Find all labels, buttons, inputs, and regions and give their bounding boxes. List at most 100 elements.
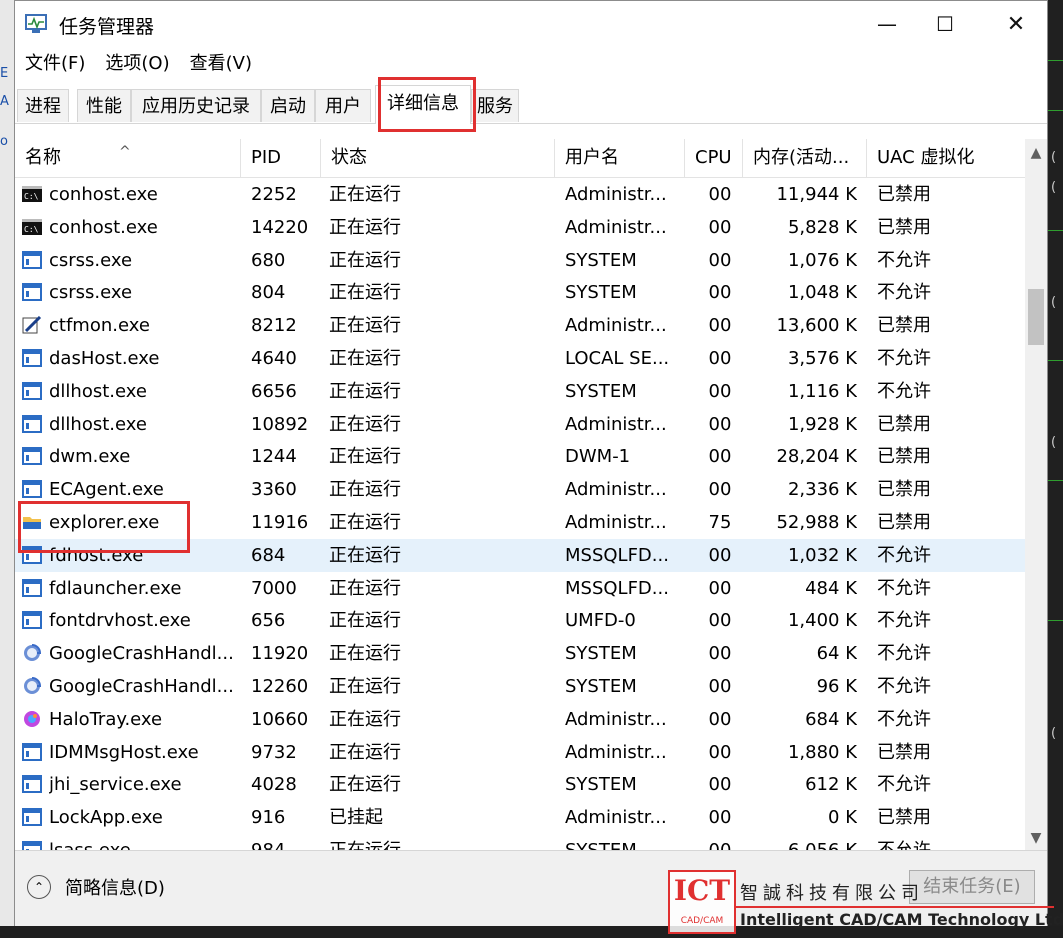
tab-performance[interactable]: 性能 bbox=[77, 89, 131, 122]
app-window-icon bbox=[22, 841, 42, 850]
cell-cpu: 00 bbox=[708, 807, 732, 829]
tab-processes[interactable]: 进程 bbox=[17, 89, 69, 122]
cell-name: lsass.exe bbox=[49, 834, 249, 850]
cell-name: csrss.exe bbox=[49, 282, 133, 304]
cell-memory: 0 K bbox=[828, 807, 857, 829]
cell-memory: 11,944 K bbox=[776, 184, 857, 205]
table-row[interactable]: HaloTray.exe 10660 正在运行 Administr... 00 684 K… bbox=[15, 703, 1025, 736]
close-button[interactable]: ✕ bbox=[987, 1, 1045, 47]
chevron-up-icon: ⌃ bbox=[27, 875, 51, 899]
cell-user: UMFD-0 bbox=[565, 610, 636, 632]
scrollbar-thumb[interactable] bbox=[1028, 289, 1044, 345]
column-header-pid[interactable]: PID bbox=[241, 139, 321, 177]
cell-pid: 10660 bbox=[251, 708, 309, 730]
cell-cpu: 00 bbox=[708, 315, 732, 337]
column-header-memory[interactable]: 内存(活动... bbox=[743, 139, 867, 177]
cell-user: SYSTEM bbox=[565, 643, 637, 665]
menu-view[interactable]: 查看(V) bbox=[180, 49, 262, 79]
cell-uac: 不允许 bbox=[877, 643, 931, 665]
vertical-scrollbar[interactable]: ▲ ▼ bbox=[1025, 139, 1047, 850]
cell-cpu: 00 bbox=[708, 741, 732, 763]
app-window-icon bbox=[22, 742, 42, 761]
table-row[interactable]: dllhost.exe 10892 正在运行 Administr... 00 1,928 … bbox=[15, 408, 1025, 441]
cell-status: 正在运行 bbox=[329, 348, 401, 369]
cell-memory: 1,032 K bbox=[787, 544, 857, 566]
cell-cpu: 00 bbox=[708, 774, 732, 796]
table-row[interactable]: fontdrvhost.exe 656 正在运行 UMFD-0 00 1,400 K 不允许 bbox=[15, 604, 1025, 637]
cell-status: 正在运行 bbox=[329, 834, 549, 850]
table-row[interactable]: IDMMsgHost.exe 9732 正在运行 Administr... 00 1,88… bbox=[15, 736, 1025, 769]
cell-cpu: 00 bbox=[708, 544, 732, 566]
cell-pid: 684 bbox=[251, 544, 286, 566]
column-header-name[interactable]: ^ 名称 bbox=[15, 139, 241, 177]
google-update-icon bbox=[22, 677, 42, 695]
fewer-details-button[interactable]: ⌃ 简略信息(D) bbox=[27, 874, 165, 900]
table-row[interactable]: GoogleCrashHandl... 11920 正在运行 SYSTEM 00 64 K… bbox=[15, 637, 1025, 670]
task-manager-window: 任务管理器 — ☐ ✕ 文件(F) 选项(O) 查看(V) 进程 性能 应用历史… bbox=[14, 0, 1048, 926]
table-row[interactable]: ctfmon.exe 8212 正在运行 Administr... 00 13,600 K… bbox=[15, 309, 1025, 342]
cell-user: Administr... bbox=[565, 708, 667, 730]
table-row[interactable]: csrss.exe 680 正在运行 SYSTEM 00 1,076 K 不允许 bbox=[15, 244, 1025, 277]
table-row[interactable]: csrss.exe 804 正在运行 SYSTEM 00 1,048 K 不允许 bbox=[15, 276, 1025, 309]
cell-status: 正在运行 bbox=[329, 184, 401, 205]
cell-status: 正在运行 bbox=[329, 544, 401, 566]
cell-uac: 已禁用 bbox=[877, 512, 931, 533]
column-header-uac[interactable]: UAC 虚拟化 bbox=[867, 139, 1025, 177]
cell-name: dasHost.exe bbox=[49, 348, 160, 369]
menu-file[interactable]: 文件(F) bbox=[15, 49, 95, 79]
svg-text:C:\: C:\ bbox=[24, 192, 39, 201]
table-row[interactable]: C:\ conhost.exe 2252 正在运行 Administr... 00 11,9… bbox=[15, 178, 1025, 211]
company-name-chinese: 智誠科技有限公司 bbox=[740, 883, 924, 904]
table-row[interactable]: dwm.exe 1244 正在运行 DWM-1 00 28,204 K 已禁用 bbox=[15, 440, 1025, 473]
tab-services[interactable]: 服务 bbox=[471, 89, 519, 122]
table-row[interactable]: C:\ conhost.exe 14220 正在运行 Administr... 00 5,8… bbox=[15, 211, 1025, 244]
table-row[interactable]: LockApp.exe 916 已挂起 Administr... 00 0 K 已禁用 bbox=[15, 801, 1025, 834]
cell-uac: 已禁用 bbox=[877, 479, 931, 501]
table-row[interactable]: GoogleCrashHandl... 12260 正在运行 SYSTEM 00 96 K… bbox=[15, 670, 1025, 703]
tab-app-history[interactable]: 应用历史记录 bbox=[131, 89, 261, 122]
highlight-box-explorer-row bbox=[18, 501, 190, 553]
console-icon: C:\ bbox=[22, 218, 42, 236]
column-header-cpu[interactable]: CPU bbox=[685, 139, 743, 177]
svg-text:C:\: C:\ bbox=[24, 225, 39, 234]
cell-pid: 804 bbox=[251, 282, 286, 304]
table-row[interactable]: lsass.exe984 正在运行 SYSTEM006,056 K 不允许 bbox=[15, 834, 1025, 850]
app-window-icon bbox=[22, 447, 42, 466]
cell-pid: 2252 bbox=[251, 184, 297, 205]
cell-user: LOCAL SE... bbox=[565, 348, 670, 369]
cell-cpu: 00 bbox=[708, 348, 732, 369]
app-window-icon bbox=[22, 808, 42, 827]
scroll-up-arrow-icon[interactable]: ▲ bbox=[1025, 145, 1047, 161]
cell-pid: 984 bbox=[251, 834, 321, 850]
table-row[interactable]: jhi_service.exe 4028 正在运行 SYSTEM 00 612 K 不允许 bbox=[15, 768, 1025, 801]
cell-user: Administr... bbox=[565, 741, 667, 763]
table-row[interactable]: dasHost.exe 4640 正在运行 LOCAL SE... 00 3,576 K 不… bbox=[15, 342, 1025, 375]
logo-text: ICT bbox=[673, 874, 731, 907]
cell-pid: 7000 bbox=[251, 577, 297, 599]
cell-name: jhi_service.exe bbox=[49, 774, 182, 796]
tab-users[interactable]: 用户 bbox=[315, 89, 371, 122]
cell-memory: 64 K bbox=[816, 643, 857, 665]
cell-memory: 2,336 K bbox=[787, 479, 857, 501]
app-window-icon bbox=[22, 381, 42, 400]
tab-startup[interactable]: 启动 bbox=[261, 89, 315, 122]
cell-status: 正在运行 bbox=[329, 380, 401, 402]
scroll-down-arrow-icon[interactable]: ▼ bbox=[1025, 830, 1047, 846]
cell-uac: 不允许 bbox=[877, 834, 1017, 850]
cell-name: ctfmon.exe bbox=[49, 315, 150, 337]
cell-uac: 不允许 bbox=[877, 282, 931, 304]
minimize-button[interactable]: — bbox=[858, 1, 916, 47]
cell-status: 正在运行 bbox=[329, 315, 401, 337]
cell-memory: 52,988 K bbox=[776, 512, 857, 533]
cell-pid: 10892 bbox=[251, 413, 309, 435]
title-bar[interactable]: 任务管理器 — ☐ ✕ bbox=[15, 1, 1047, 47]
column-header-status[interactable]: 状态 bbox=[321, 139, 555, 177]
table-row[interactable]: dllhost.exe 6656 正在运行 SYSTEM 00 1,116 K 不允许 bbox=[15, 375, 1025, 408]
table-row[interactable]: fdlauncher.exe 7000 正在运行 MSSQLFD... 00 484 K 不… bbox=[15, 572, 1025, 605]
cell-pid: 11920 bbox=[251, 643, 309, 665]
column-header-username[interactable]: 用户名 bbox=[555, 139, 685, 177]
cell-name: fdlauncher.exe bbox=[49, 577, 182, 599]
maximize-button[interactable]: ☐ bbox=[916, 1, 974, 47]
menu-options[interactable]: 选项(O) bbox=[95, 49, 179, 79]
cell-user: SYSTEM bbox=[565, 380, 637, 402]
